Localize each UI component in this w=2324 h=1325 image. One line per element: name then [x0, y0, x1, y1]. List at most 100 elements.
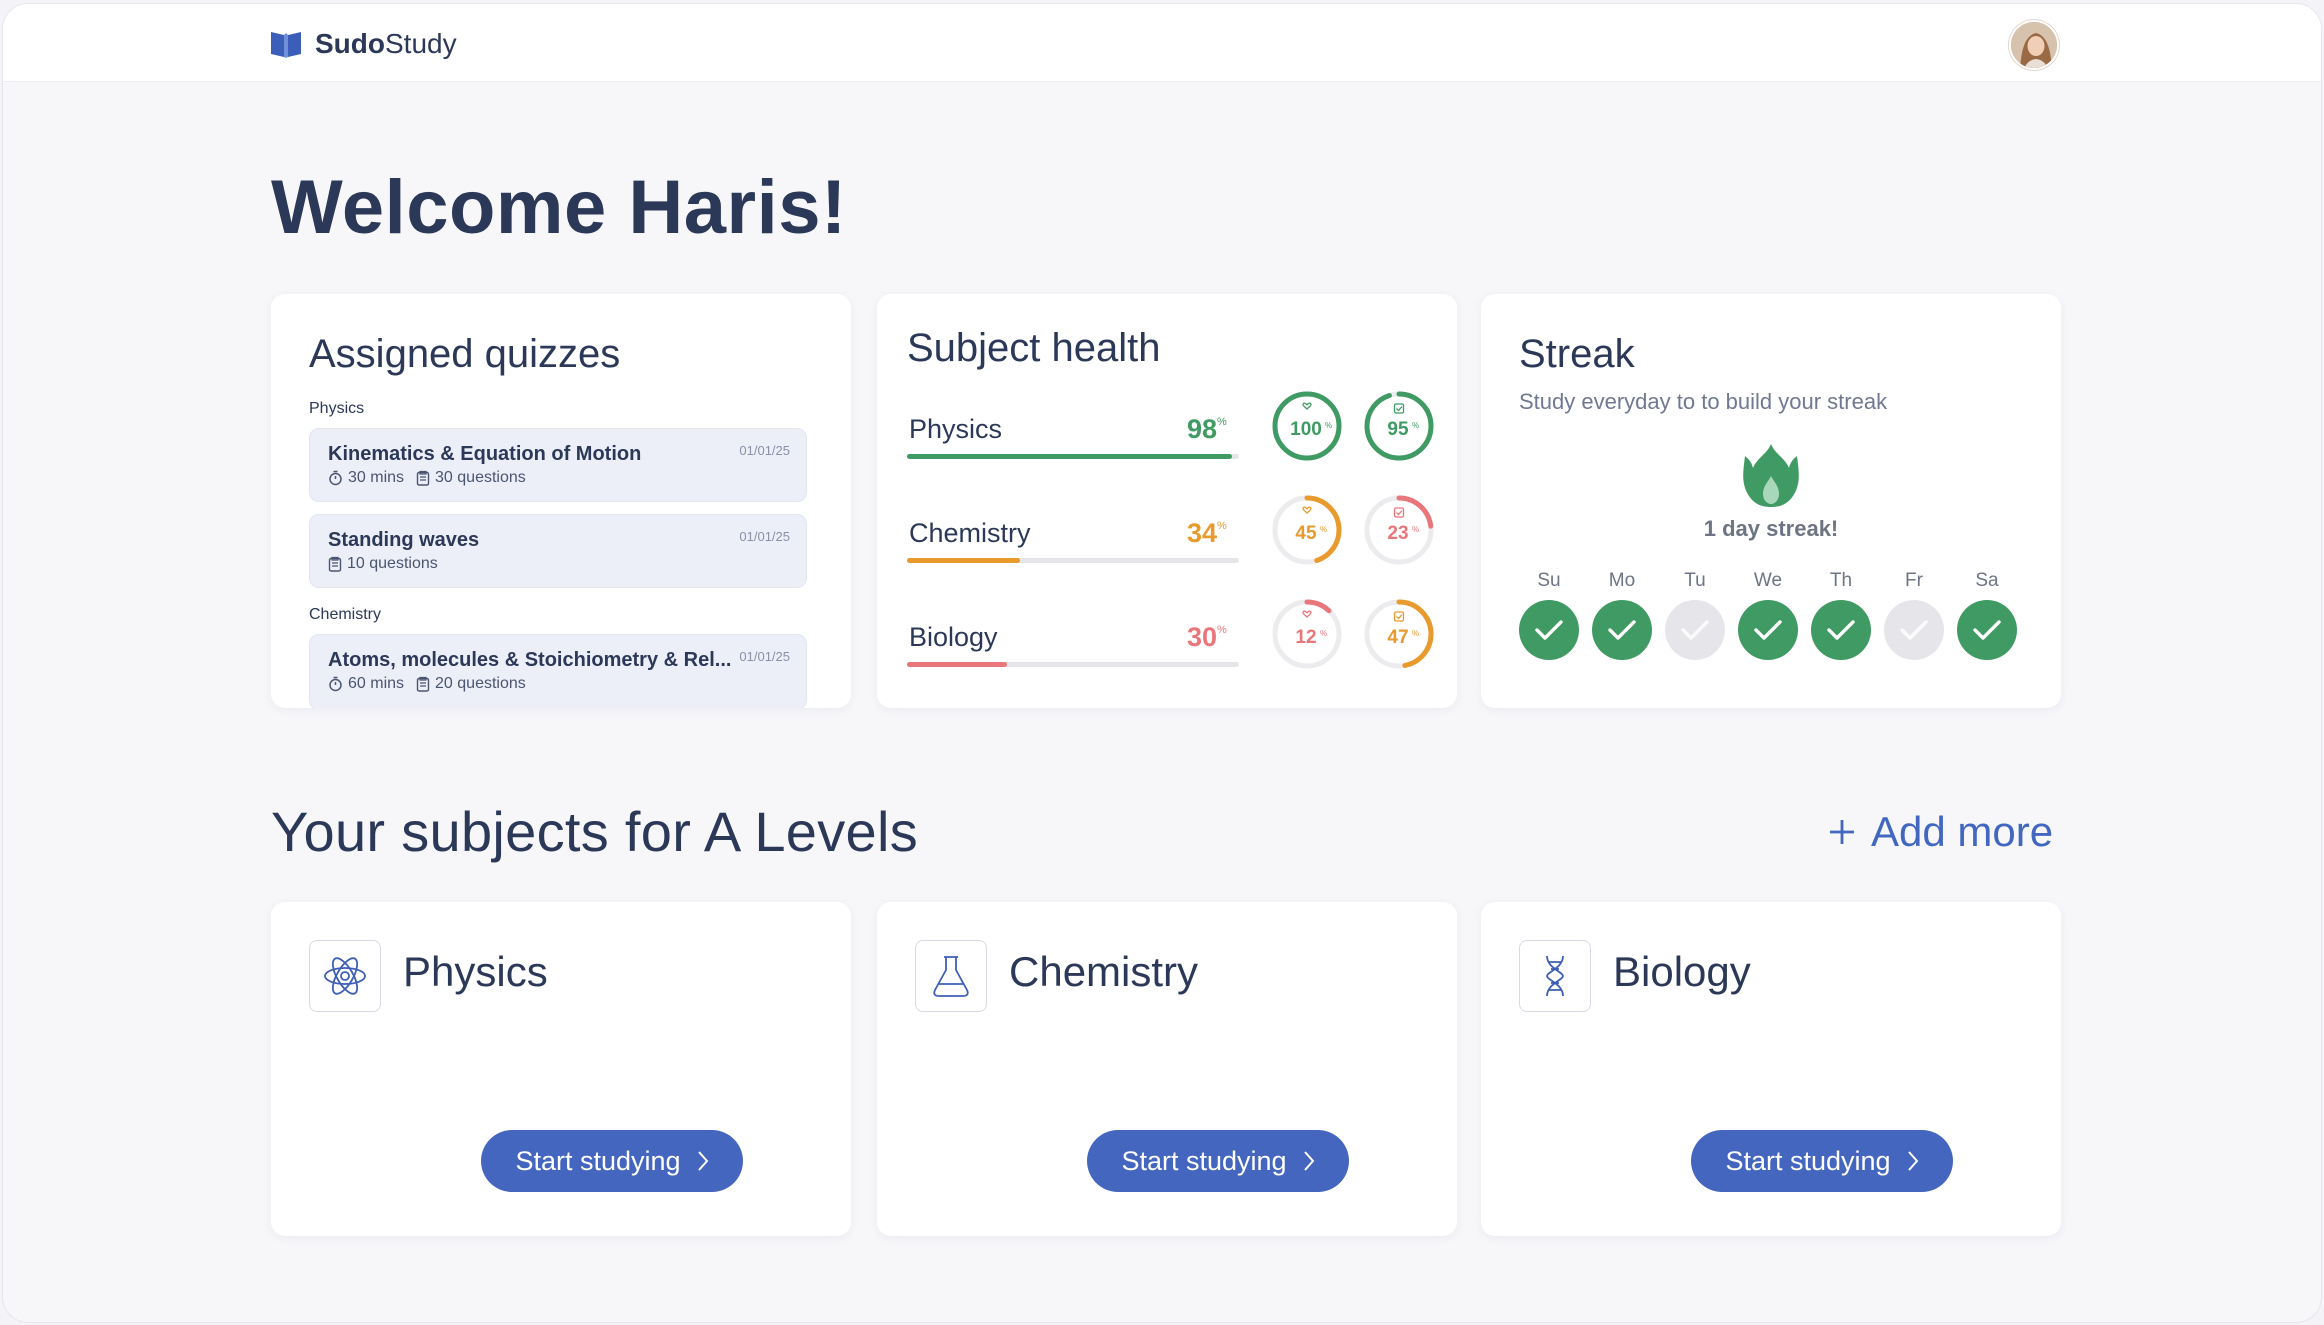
ring-percent-sign: % — [1320, 629, 1327, 638]
check-icon — [1827, 620, 1855, 640]
ring-percent-sign: % — [1325, 421, 1332, 430]
dna-icon — [1546, 955, 1564, 997]
chevron-right-icon — [1303, 1151, 1314, 1171]
health-ring-check: 23% — [1364, 495, 1434, 565]
app-window: SudoStudy Welcome Haris! Assigned quizze… — [2, 3, 2322, 1323]
ring-value: 45 — [1295, 523, 1317, 544]
streak-day-done — [1738, 600, 1798, 660]
subject-name: Physics — [403, 948, 548, 995]
subject-name: Chemistry — [1009, 948, 1199, 995]
quiz-name: Atoms, molecules & Stoichiometry & Rel..… — [328, 649, 732, 671]
ring-value: 47 — [1387, 627, 1408, 648]
subjects-section-title: Your subjects for A Levels — [271, 800, 919, 863]
streak-day-fr: Fr — [1884, 570, 1944, 660]
quiz-questions: 30 questions — [435, 469, 526, 486]
ring-percent-sign: % — [1412, 421, 1419, 430]
logo[interactable]: SudoStudy — [269, 28, 457, 60]
ring-percent-sign: % — [1412, 525, 1419, 534]
health-bar-fill — [907, 454, 1233, 459]
streak-day-label: Su — [1537, 570, 1561, 591]
ring-value: 23 — [1387, 523, 1408, 544]
streak-day-we: We — [1738, 570, 1798, 660]
health-bar-track — [907, 558, 1239, 563]
check-icon — [1973, 620, 2001, 640]
avatar[interactable] — [2009, 20, 2059, 70]
check-icon — [1681, 620, 1709, 640]
quiz-group-label-physics: Physics — [309, 400, 365, 417]
start-studying-button[interactable]: Start studying — [1691, 1130, 1953, 1192]
ring-value: 95 — [1387, 419, 1409, 440]
health-ring-heart: 100% — [1272, 391, 1342, 461]
health-ring-heart: 45% — [1272, 495, 1342, 565]
welcome-heading: Welcome Haris! — [271, 165, 847, 250]
add-more-button[interactable]: Add more — [1827, 808, 2053, 856]
streak-count: 1 day streak! — [1703, 516, 1839, 541]
subject-card-physics: Physics Start studying — [271, 902, 851, 1236]
health-bar-fill — [907, 662, 1007, 667]
ring-percent-sign: % — [1412, 629, 1419, 638]
health-bar-fill — [907, 558, 1020, 563]
streak-day-label: Fr — [1905, 570, 1923, 591]
chevron-right-icon — [697, 1151, 708, 1171]
flame-icon — [1743, 444, 1799, 507]
subject-health-title: Subject health — [907, 326, 1161, 370]
health-subject-name: Physics — [909, 414, 1003, 444]
streak-day-th: Th — [1811, 570, 1871, 660]
start-studying-label: Start studying — [1121, 1145, 1287, 1176]
subject-icon-box — [915, 940, 987, 1012]
start-studying-label: Start studying — [515, 1145, 681, 1176]
add-more-label: Add more — [1871, 808, 2054, 855]
streak-day-label: Th — [1829, 570, 1853, 591]
streak-day-done — [1519, 600, 1579, 660]
quiz-date: 01/01/25 — [739, 443, 790, 458]
check-icon — [1535, 620, 1563, 640]
top-bar: SudoStudy — [3, 4, 2321, 82]
streak-day-label: We — [1753, 570, 1783, 591]
quiz-duration: 30 mins — [348, 469, 405, 486]
quiz-item-atoms[interactable]: Atoms, molecules & Stoichiometry & Rel..… — [309, 634, 807, 708]
start-studying-label: Start studying — [1725, 1145, 1891, 1176]
streak-day-missed — [1884, 600, 1944, 660]
streak-day-tu: Tu — [1665, 570, 1725, 660]
plus-icon — [1830, 820, 1854, 844]
streak-day-label: Tu — [1684, 570, 1706, 591]
avatar-image — [2011, 22, 2057, 68]
health-row-physics[interactable]: Physics 98% 100% 95% — [907, 391, 1434, 486]
streak-day-mo: Mo — [1592, 570, 1652, 660]
health-ring-heart: 12% — [1272, 599, 1342, 669]
quiz-group-label-chemistry: Chemistry — [309, 606, 382, 623]
ring-value: 12 — [1295, 627, 1316, 648]
health-percent: 98% — [1187, 414, 1227, 444]
subject-icon-box — [1519, 940, 1591, 1012]
health-row-chemistry[interactable]: Chemistry 34% 45% 23% — [907, 495, 1434, 590]
assigned-quizzes-title: Assigned quizzes — [309, 332, 621, 376]
assigned-quizzes-card: Assigned quizzes Physics Kinematics & Eq… — [271, 294, 851, 708]
streak-title: Streak — [1519, 332, 1635, 376]
subject-card-biology: Biology Start studying — [1481, 902, 2061, 1236]
quiz-questions: 20 questions — [435, 675, 526, 692]
quiz-name: Kinematics & Equation of Motion — [328, 443, 642, 465]
streak-day-label: Mo — [1608, 570, 1636, 591]
atom-icon — [324, 957, 366, 995]
health-bar-track — [907, 662, 1239, 667]
subject-card-chemistry: Chemistry Start studying — [877, 902, 1457, 1236]
quiz-item-standing-waves[interactable]: Standing waves 01/01/25 10 questions — [309, 514, 807, 588]
start-studying-button[interactable]: Start studying — [1087, 1130, 1349, 1192]
streak-day-done — [1592, 600, 1652, 660]
quiz-duration: 60 mins — [348, 675, 405, 692]
subject-name: Biology — [1613, 948, 1751, 995]
health-row-biology[interactable]: Biology 30% 12% 47% — [907, 599, 1434, 694]
quiz-item-kinematics[interactable]: Kinematics & Equation of Motion 01/01/25… — [309, 428, 807, 502]
check-icon — [1608, 620, 1636, 640]
stopwatch-icon — [329, 470, 342, 486]
quiz-date: 01/01/25 — [739, 649, 790, 664]
streak-day-label: Sa — [1975, 570, 1999, 591]
quiz-name: Standing waves — [328, 529, 480, 551]
health-bar-track — [907, 454, 1239, 459]
ring-value: 100 — [1290, 419, 1322, 440]
clipboard-icon — [328, 556, 342, 572]
streak-day-missed — [1665, 600, 1725, 660]
health-ring-check: 95% — [1364, 391, 1434, 461]
book-icon — [271, 32, 301, 58]
start-studying-button[interactable]: Start studying — [481, 1130, 743, 1192]
